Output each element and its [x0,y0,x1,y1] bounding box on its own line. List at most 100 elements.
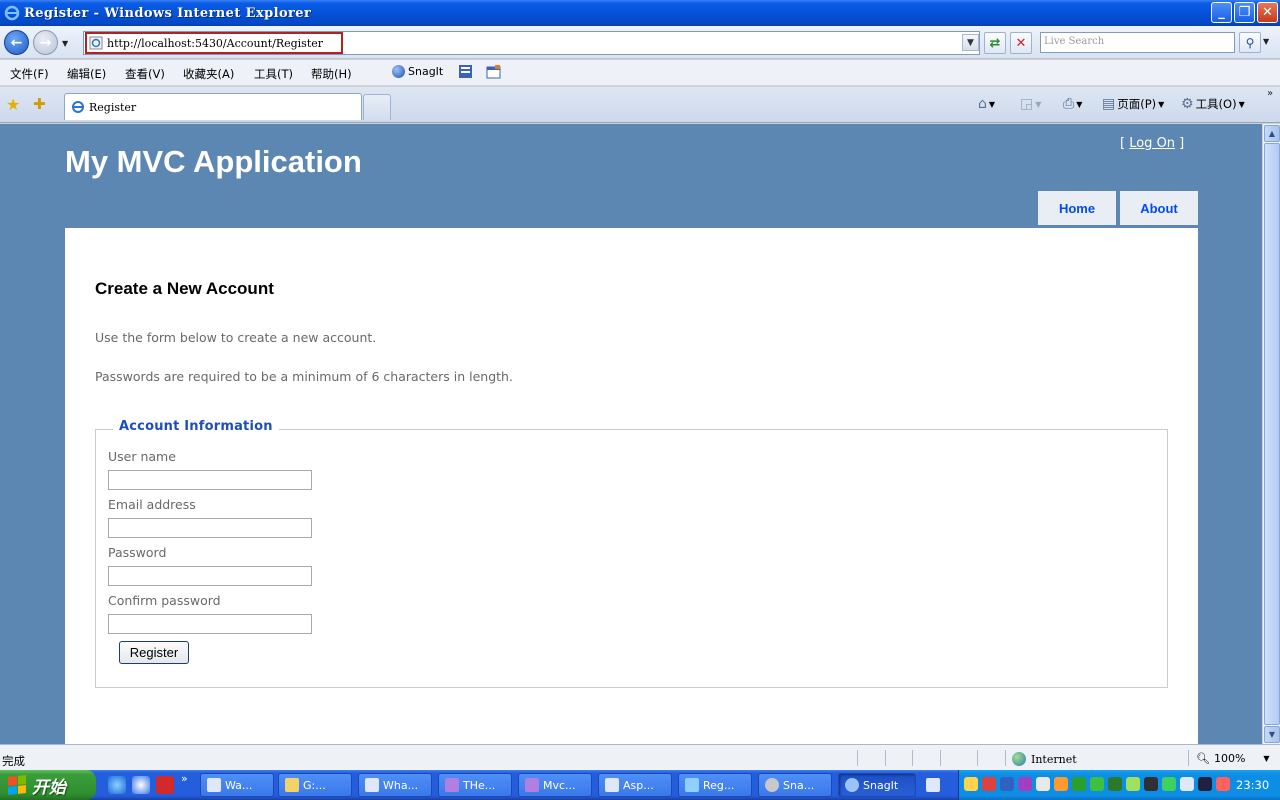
snagit-icon [845,778,859,792]
logon-display: [ Log On ] [1120,136,1185,151]
email-input[interactable] [108,518,312,538]
snagit-editor-icon[interactable] [486,64,501,79]
network-icon[interactable] [1180,777,1194,791]
page-icon [89,36,103,50]
snagit-toolbar-button[interactable]: SnagIt [392,65,443,78]
taskbar-button-label: Wha... [383,778,419,792]
password-input[interactable] [108,566,312,586]
taskbar-button-active[interactable]: SnagIt [838,773,916,797]
shield-icon[interactable] [1090,777,1104,791]
menu-file[interactable]: 文件(F) [10,66,49,82]
account-fieldset [95,429,1168,688]
taskbar-clock[interactable]: 23:30 [1236,778,1269,792]
taskbar-button[interactable]: Wha... [358,773,432,797]
username-input[interactable] [108,470,312,490]
snagit-icon [392,65,405,78]
security-zone[interactable]: Internet [1012,752,1077,766]
nav-about[interactable]: About [1120,191,1198,225]
tray-icon[interactable] [1108,777,1122,791]
tray-icon[interactable] [1144,777,1158,791]
status-divider [857,750,858,766]
status-bar: 完成 Internet 🔍︎ 100% ▼ [0,744,1280,770]
search-button[interactable]: ⚲ [1239,32,1261,53]
refresh-button[interactable]: ⇄ [984,32,1006,54]
tab-register[interactable]: Register [64,93,362,120]
close-button[interactable]: ✕ [1257,2,1278,23]
register-button[interactable]: Register [119,641,189,664]
tray-icon[interactable] [1036,777,1050,791]
menu-help[interactable]: 帮助(H) [311,66,352,82]
taskbar-button[interactable]: Wa... [200,773,274,797]
keyboard-icon[interactable] [926,778,940,792]
stop-button[interactable]: ✕ [1010,32,1032,54]
taskbar-button-label: Reg... [703,778,735,792]
status-divider [912,750,913,766]
logon-link[interactable]: Log On [1129,136,1175,151]
window-title-bar[interactable]: Register - Windows Internet Explorer _ ❐… [0,0,1280,26]
scroll-down-arrow-icon[interactable]: ▼ [1264,726,1280,743]
nav-home[interactable]: Home [1038,191,1116,225]
taskbar-button[interactable]: Asp... [598,773,672,797]
menu-favorites[interactable]: 收藏夹(A) [183,66,234,82]
menu-view[interactable]: 查看(V) [125,66,165,82]
quicklaunch-ie-icon[interactable] [108,776,126,794]
taskbar-button[interactable]: THe... [438,773,512,797]
vs-icon [525,778,539,792]
magnifier-icon: 🔍︎ [1196,752,1210,765]
search-options-dropdown[interactable]: ▼ [1263,37,1269,46]
tools-menu-button[interactable]: ⚙ 工具(O) ▼ [1181,96,1245,112]
status-divider [1005,750,1006,766]
start-button[interactable]: 开始 [0,770,96,800]
tab-title: Register [89,100,137,114]
tab-page-icon [72,101,84,113]
vertical-scrollbar[interactable]: ▲ ▼ [1262,124,1280,744]
home-button[interactable]: ⌂ ▼ [978,96,995,112]
quicklaunch-more-icon[interactable]: » [181,772,188,785]
taskbar-button-label: Asp... [623,778,654,792]
scroll-up-arrow-icon[interactable]: ▲ [1264,125,1280,142]
zoom-control[interactable]: 🔍︎ 100% ▼ [1196,752,1270,765]
search-input[interactable]: Live Search [1040,32,1235,53]
taskbar-button[interactable]: Sna... [758,773,832,797]
scroll-thumb[interactable] [1264,143,1280,725]
tray-icon[interactable] [1054,777,1068,791]
page-menu-button[interactable]: ▤ 页面(P) ▼ [1102,96,1164,112]
more-commands-chevron-icon[interactable]: » [1267,88,1273,99]
status-divider [1188,750,1189,766]
menu-tools[interactable]: 工具(T) [254,66,293,82]
tray-icon[interactable] [1162,777,1176,791]
snagit-capture-icon[interactable] [458,64,473,79]
snagit-label: SnagIt [408,65,444,78]
add-favorites-icon[interactable]: ✚ [33,95,46,113]
url-text[interactable]: http://localhost:5430/Account/Register [107,37,323,50]
recent-pages-dropdown[interactable]: ▼ [62,39,68,48]
taskbar-button[interactable]: Reg... [678,773,752,797]
address-dropdown-button[interactable]: ▼ [962,34,979,51]
tray-icon[interactable] [1072,777,1086,791]
quicklaunch-red-icon[interactable] [156,776,174,794]
vs-icon [445,778,459,792]
print-button[interactable]: ⎙ ▼ [1063,96,1082,112]
taskbar-button[interactable]: G:... [278,773,352,797]
minimize-button[interactable]: _ [1211,2,1232,23]
tray-icon[interactable] [1000,777,1014,791]
taskbar-button-label: Sna... [783,778,815,792]
menu-edit[interactable]: 编辑(E) [67,66,106,82]
wireless-icon[interactable] [1216,777,1230,791]
confirm-password-input[interactable] [108,614,312,634]
tray-icon[interactable] [964,777,978,791]
back-button[interactable]: ← [4,30,29,55]
restore-button[interactable]: ❐ [1234,2,1255,23]
favorites-star-icon[interactable]: ★ [6,95,20,114]
tray-icon[interactable] [982,777,996,791]
taskbar-button[interactable]: Mvc... [518,773,592,797]
tray-icon[interactable] [1126,777,1140,791]
tray-icon[interactable] [1198,777,1212,791]
new-tab-button[interactable] [363,94,391,120]
password-requirement-text: Passwords are required to be a minimum o… [95,369,513,384]
quicklaunch-app-icon[interactable] [132,776,150,794]
tray-icon[interactable] [1018,777,1032,791]
forward-button[interactable]: → [33,30,58,55]
feeds-button[interactable]: ◲ ▼ [1020,96,1041,112]
start-label: 开始 [32,777,66,798]
